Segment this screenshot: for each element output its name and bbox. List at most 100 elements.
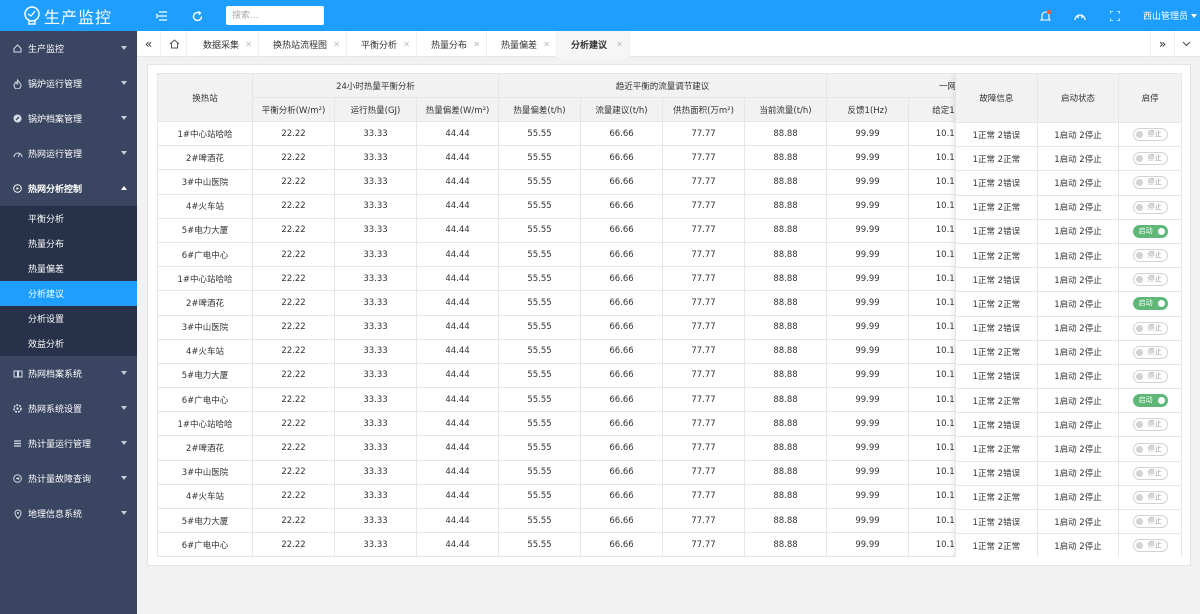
table-row[interactable]: 1正常 2错误 1启动 2停止 停止 [955,412,1182,438]
close-icon[interactable]: ✕ [333,40,340,49]
notification-bell-icon[interactable] [1038,9,1052,23]
user-menu[interactable]: 西山管理员 [1143,9,1198,22]
start-stop-toggle[interactable]: 停止 [1132,515,1168,529]
close-icon[interactable]: ✕ [403,40,410,49]
theme-icon[interactable] [1073,9,1087,23]
sidebar-item-metering-fault-query[interactable]: 热计量故障查询 [0,461,137,496]
sidebar-item-heat-network-archive[interactable]: 热网档案系统 [0,356,137,391]
close-icon[interactable]: ✕ [616,40,623,49]
sidebar-item-gis[interactable]: 地理信息系统 [0,496,137,531]
app-logo[interactable]: 生产监控 [0,0,137,31]
close-icon[interactable]: ✕ [473,40,480,49]
tab-heat-deviation[interactable]: 热量偏差 ✕ [487,31,557,57]
table-row[interactable]: 4#火车站 22.22 33.33 44.44 55.55 66.66 77.77 88.88… [157,193,959,219]
table-row[interactable]: 1#中心站哈哈 22.22 33.33 44.44 55.55 66.66 77.77 88.… [157,266,959,292]
table-row[interactable]: 1正常 2错误 1启动 2停止 停止 [955,121,1182,148]
sidebar-item-boiler-operation[interactable]: 锅炉运行管理 [0,66,137,101]
start-stop-toggle[interactable]: 停止 [1132,418,1168,432]
tab-data-collection[interactable]: 数据采集 ✕ [189,31,259,57]
table-row[interactable]: 1正常 2错误 1启动 2停止 停止 [955,508,1182,535]
start-stop-toggle[interactable]: 停止 [1132,466,1168,480]
menu-toggle-icon[interactable] [155,9,169,23]
search-input[interactable] [226,6,324,25]
table-row[interactable]: 1正常 2正常 1启动 2停止 停止 [955,242,1182,269]
table-row[interactable]: 6#广电中心 22.22 33.33 44.44 55.55 66.66 77.77 88.8… [157,241,959,268]
table-row[interactable]: 5#电力大厦 22.22 33.33 44.44 55.55 66.66 77.77 88.8… [157,362,959,389]
home-tab-icon[interactable] [163,31,187,57]
start-stop-toggle[interactable]: 停止 [1132,249,1168,263]
table-row[interactable]: 6#广电中心 22.22 33.33 44.44 55.55 66.66 77.77 88.8… [157,387,959,413]
tab-station-flowchart[interactable]: 换热站流程图 ✕ [259,31,347,57]
start-stop-toggle[interactable]: 启动 [1132,297,1168,311]
table-row[interactable]: 1正常 2正常 1启动 2停止 停止 [955,194,1182,220]
start-stop-toggle[interactable]: 启动 [1132,394,1168,408]
start-stop-toggle[interactable]: 停止 [1132,321,1168,335]
table-row[interactable]: 2#啤酒花 22.22 33.33 44.44 55.55 66.66 77.77 88.88… [157,145,959,171]
cell-fault: 1正常 2错误 [955,315,1038,341]
table-row[interactable]: 1正常 2正常 1启动 2停止 停止 [955,436,1182,462]
table-row[interactable]: 5#电力大厦 22.22 33.33 44.44 55.55 66.66 77.77 88.8… [157,217,959,243]
table-row[interactable]: 1正常 2正常 1启动 2停止 停止 [955,484,1182,511]
sidebar-item-boiler-archive[interactable]: 锅炉档案管理 [0,101,137,136]
sidebar-subitem-analysis-advice[interactable]: 分析建议 [0,281,137,306]
start-stop-toggle[interactable]: 停止 [1132,152,1168,166]
tabs-scroll-right-icon[interactable]: » [1150,31,1174,57]
table-row[interactable]: 4#火车站 22.22 33.33 44.44 55.55 66.66 77.77 88.88… [157,338,959,364]
sidebar-item-metering-operation[interactable]: 热计量运行管理 [0,426,137,461]
sidebar-subitem-analysis-settings[interactable]: 分析设置 [0,306,137,331]
tabs-menu-chevron-down-icon[interactable] [1174,31,1198,57]
table-row[interactable]: 1正常 2正常 1启动 2停止 停止 [955,339,1182,365]
sidebar-item-heat-network-operation[interactable]: 热网运行管理 [0,136,137,171]
table-row[interactable]: 4#火车站 22.22 33.33 44.44 55.55 66.66 77.77 88.88… [157,483,959,510]
start-stop-toggle[interactable]: 停止 [1132,369,1168,383]
close-icon[interactable]: ✕ [543,40,550,49]
table-row[interactable]: 1正常 2正常 1启动 2停止 启动 [955,291,1182,317]
tab-heat-distribution[interactable]: 热量分布 ✕ [417,31,487,57]
tabs-scroll-left-icon[interactable]: « [137,31,161,57]
start-stop-toggle[interactable]: 停止 [1132,345,1168,359]
table-row[interactable]: 1正常 2错误 1启动 2停止 停止 [955,170,1182,196]
sidebar-item-heat-network-settings[interactable]: 热网系统设置 [0,391,137,426]
table-row[interactable]: 2#啤酒花 22.22 33.33 44.44 55.55 66.66 77.77 88.88… [157,290,959,316]
table-row[interactable]: 1正常 2错误 1启动 2停止 停止 [955,363,1182,390]
start-stop-toggle[interactable]: 停止 [1132,490,1168,504]
sidebar-item-heat-network-analysis[interactable]: 热网分析控制 [0,171,137,206]
tab-balance-analysis[interactable]: 平衡分析 ✕ [347,31,417,57]
table-row[interactable]: 3#中山医院 22.22 33.33 44.44 55.55 66.66 77.77 88.8… [157,169,959,195]
table-row[interactable]: 1正常 2正常 1启动 2停止 启动 [955,388,1182,414]
table-row[interactable]: 6#广电中心 22.22 33.33 44.44 55.55 66.66 77.77 88.8… [157,532,959,557]
table-row[interactable]: 5#电力大厦 22.22 33.33 44.44 55.55 66.66 77.77 88.8… [157,507,959,534]
table-row[interactable]: 1正常 2错误 1启动 2停止 停止 [955,267,1182,293]
start-stop-toggle[interactable]: 停止 [1132,539,1168,553]
refresh-icon[interactable] [190,9,204,23]
table-row[interactable]: 1#中心站哈哈 22.22 33.33 44.44 55.55 66.66 77.77 88.… [157,411,959,437]
sidebar-subitem-heat-distribution[interactable]: 热量分布 [0,231,137,256]
tab-analysis-advice[interactable]: 分析建议 ✕ [557,31,630,57]
start-stop-toggle[interactable]: 停止 [1132,128,1168,142]
table-row[interactable]: 1正常 2错误 1启动 2停止 停止 [955,460,1182,486]
fullscreen-icon[interactable] [1108,9,1122,23]
table-row[interactable]: 2#啤酒花 22.22 33.33 44.44 55.55 66.66 77.77 88.88… [157,435,959,461]
start-stop-toggle[interactable]: 停止 [1132,176,1168,190]
start-stop-toggle[interactable]: 停止 [1132,442,1168,456]
table-row[interactable]: 1正常 2正常 1启动 2停止 停止 [955,146,1182,172]
table-row[interactable]: 1正常 2错误 1启动 2停止 启动 [955,218,1182,244]
cell-run-heat: 33.33 [334,362,417,389]
sidebar-subitem-heat-deviation[interactable]: 热量偏差 [0,256,137,281]
sidebar-item-production-monitor[interactable]: 生产监控 [0,31,137,66]
cell-switch: 停止 [1118,484,1182,511]
table-row[interactable]: 3#中山医院 22.22 33.33 44.44 55.55 66.66 77.77 88.8… [157,314,959,340]
start-stop-toggle[interactable]: 启动 [1132,224,1168,238]
cell-heating-area: 77.77 [662,217,745,243]
sidebar-subitem-balance-analysis[interactable]: 平衡分析 [0,206,137,231]
table-row[interactable]: 1正常 2正常 1启动 2停止 停止 [955,533,1182,557]
start-stop-toggle[interactable]: 停止 [1132,273,1168,287]
cell-heat-deviation: 44.44 [416,387,499,413]
table-row[interactable]: 3#中山医院 22.22 33.33 44.44 55.55 66.66 77.77 88.8… [157,459,959,485]
analysis-table-wrapper[interactable]: 换热站 24小时热量平衡分析 趋近平衡的流量调节建议 一网 平衡分析(W/m²)… [157,73,1182,557]
table-row[interactable]: 1正常 2错误 1启动 2停止 停止 [955,315,1182,341]
start-stop-toggle[interactable]: 停止 [1132,200,1168,214]
close-icon[interactable]: ✕ [245,40,252,49]
table-row[interactable]: 1#中心站哈哈 22.22 33.33 44.44 55.55 66.66 77.77 88.… [157,120,959,147]
sidebar-subitem-benefit-analysis[interactable]: 效益分析 [0,331,137,356]
